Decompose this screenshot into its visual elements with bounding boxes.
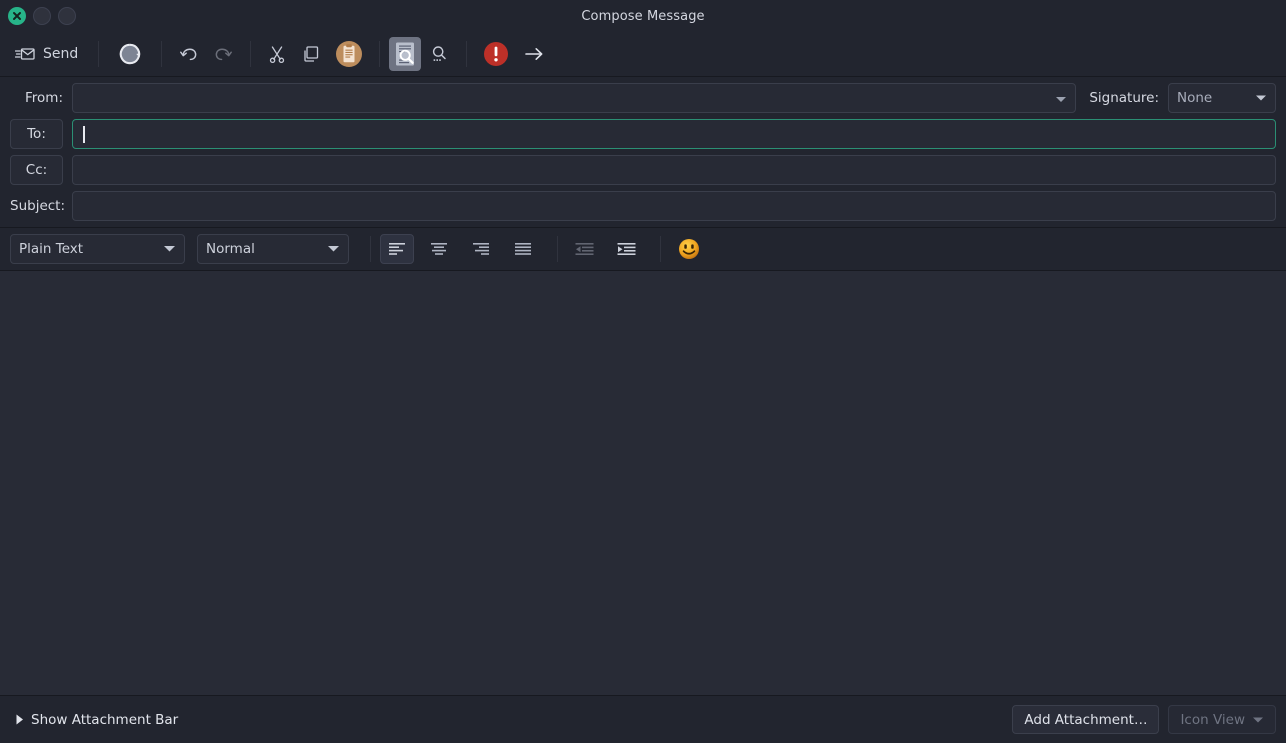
triangle-right-icon — [16, 714, 23, 725]
show-attachment-bar-toggle[interactable]: Show Attachment Bar — [10, 712, 178, 728]
align-justify-button[interactable] — [506, 234, 540, 264]
align-justify-icon — [515, 243, 531, 255]
close-icon — [13, 12, 21, 20]
send-button-label: Send — [43, 46, 79, 62]
undo-button[interactable] — [171, 37, 206, 71]
emoji-button[interactable] — [672, 234, 706, 264]
align-right-button[interactable] — [464, 234, 498, 264]
chevron-down-icon — [327, 241, 340, 257]
title-bar: Compose Message — [0, 0, 1286, 32]
chevron-down-icon — [163, 241, 176, 257]
message-headers: From: Signature: None To: Cc: Subject: — [0, 77, 1286, 228]
to-input[interactable] — [72, 119, 1276, 149]
chevron-down-icon — [1255, 90, 1267, 106]
redo-button[interactable] — [206, 37, 241, 71]
signature-value: None — [1177, 90, 1213, 106]
decrease-indent-icon — [575, 243, 593, 255]
toolbar-separator — [379, 41, 381, 67]
copy-button[interactable] — [294, 37, 328, 71]
document-search-icon — [396, 42, 415, 66]
arrow-right-icon — [525, 48, 543, 60]
add-attachment-button[interactable]: Add Attachment… — [1012, 705, 1160, 734]
format-separator — [370, 236, 371, 262]
chevron-down-icon — [1055, 89, 1067, 108]
style-select-value: Normal — [206, 241, 255, 257]
window-title: Compose Message — [581, 8, 705, 24]
send-envelope-icon — [15, 48, 35, 60]
redo-icon — [215, 48, 233, 60]
toolbar-separator — [161, 41, 163, 67]
smiley-face-icon — [679, 239, 699, 259]
from-label: From: — [25, 90, 63, 106]
toolbar-separator — [250, 41, 252, 67]
scissors-icon — [270, 46, 285, 64]
paste-clipboard-icon — [336, 41, 363, 67]
cc-input[interactable] — [72, 155, 1276, 185]
show-attachment-bar-label: Show Attachment Bar — [31, 711, 179, 728]
bottom-bar-actions: Add Attachment… Icon View — [1012, 705, 1276, 734]
align-left-icon — [389, 243, 405, 255]
cc-field-type-button[interactable]: Cc: — [10, 155, 63, 185]
format-select-value: Plain Text — [19, 241, 84, 257]
increase-indent-button[interactable] — [609, 234, 643, 264]
save-draft-button[interactable] — [108, 37, 152, 71]
priority-button[interactable] — [476, 37, 516, 71]
chevron-down-icon — [1253, 717, 1263, 722]
from-row: From: Signature: None — [10, 83, 1276, 113]
align-left-button[interactable] — [380, 234, 414, 264]
to-field-type-button[interactable]: To: — [10, 119, 63, 149]
increase-indent-icon — [617, 243, 635, 255]
to-row: To: — [10, 119, 1276, 149]
view-mode-label: Icon View — [1180, 711, 1245, 728]
add-attachment-label: Add Attachment… — [1024, 711, 1148, 728]
next-button[interactable] — [516, 37, 552, 71]
paste-button[interactable] — [328, 37, 370, 71]
style-select[interactable]: Normal — [197, 234, 349, 264]
spellcheck-button[interactable] — [421, 37, 457, 71]
signature-label: Signature: — [1089, 90, 1159, 106]
cut-button[interactable] — [260, 37, 294, 71]
subject-input[interactable] — [72, 191, 1276, 221]
maximize-button[interactable] — [58, 7, 76, 25]
minimize-button[interactable] — [33, 7, 51, 25]
toolbar-separator — [98, 41, 100, 67]
main-toolbar: Send — [0, 32, 1286, 77]
align-center-button[interactable] — [422, 234, 456, 264]
format-separator — [557, 236, 558, 262]
view-mode-button[interactable]: Icon View — [1168, 705, 1276, 734]
spellcheck-magnifier-icon — [433, 46, 447, 61]
format-toolbar: Plain Text Normal — [0, 228, 1286, 271]
signature-select[interactable]: None — [1168, 83, 1276, 113]
find-button[interactable] — [389, 37, 422, 71]
format-separator — [660, 236, 661, 262]
format-select[interactable]: Plain Text — [10, 234, 185, 264]
save-circle-icon — [119, 43, 141, 65]
compose-body-editor[interactable] — [0, 271, 1286, 695]
cc-row: Cc: — [10, 155, 1276, 185]
subject-label: Subject: — [10, 198, 66, 214]
toolbar-separator — [466, 41, 468, 67]
decrease-indent-button[interactable] — [567, 234, 601, 264]
bottom-bar: Show Attachment Bar Add Attachment… Icon… — [0, 695, 1286, 743]
copy-icon — [304, 46, 319, 62]
send-button[interactable]: Send — [6, 37, 89, 71]
align-center-icon — [431, 243, 447, 255]
subject-row: Subject: — [10, 191, 1276, 221]
text-cursor — [83, 125, 85, 143]
priority-exclamation-icon — [484, 42, 509, 66]
window-controls — [0, 7, 76, 25]
close-button[interactable] — [8, 7, 26, 25]
from-field[interactable] — [72, 83, 1077, 113]
undo-icon — [180, 48, 197, 60]
align-right-icon — [473, 243, 489, 255]
